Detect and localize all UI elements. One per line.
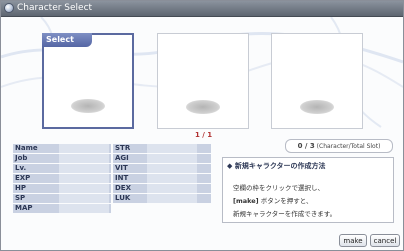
help-panel: ◆ 新規キャラクターの作成方法 空欄の枠をクリックで選択し、 [make] ボタ… [222,157,394,223]
help-title: ◆ 新規キャラクターの作成方法 [227,161,326,171]
help-title-text: 新規キャラクターの作成方法 [234,162,326,170]
window-orb-icon [4,3,14,13]
stat-row-agi: AGI [113,154,211,163]
stat-row-hp: HP [13,184,111,193]
help-line-3: 新規キャラクターを作成できます。 [233,210,337,218]
help-line-2: [make] ボタンを押すと、 [233,195,312,205]
slot-count-caption: (Character/Total Slot) [316,143,381,150]
stat-row-str: STR [113,144,211,153]
stat-row-dex: DEX [113,184,211,193]
stat-row-level: Lv. [13,164,111,173]
stat-row-exp: EXP [13,174,111,183]
slot-count-badge: 0 / 3 (Character/Total Slot) [285,139,393,153]
make-button[interactable]: make [339,234,367,247]
character-slot-3[interactable] [271,33,363,129]
character-shadow [71,99,105,113]
character-slot-2[interactable] [157,33,249,129]
window-title: Character Select [17,3,93,13]
diamond-bullet-icon: ◆ [227,162,233,170]
stat-row-int: INT [113,174,211,183]
slot-count-value: 0 / 3 [297,142,315,150]
help-line-1: 空欄の枠をクリックで選択し、 [233,184,324,192]
cancel-button[interactable]: cancel [370,234,400,247]
title-bar[interactable]: Character Select [1,1,403,17]
stat-row-job: Job [13,154,111,163]
page-indicator: 1 / 1 [195,131,213,139]
help-make-keyword: [make] [233,197,259,205]
character-select-window: Character Select Select 1 / 1 0 / 3 (Cha… [0,0,404,251]
stat-row-vit: VIT [113,164,211,173]
slot-select-tab: Select [42,33,92,47]
stat-row-name: Name [13,144,111,153]
stat-row-luk: LUK [113,194,211,203]
stat-row-sp: SP [13,194,111,203]
stat-row-map: MAP [13,204,111,213]
character-shadow [300,100,334,114]
character-shadow [186,100,220,114]
help-line-2-rest: ボタンを押すと、 [258,197,313,205]
character-slot-1[interactable]: Select [42,33,134,129]
